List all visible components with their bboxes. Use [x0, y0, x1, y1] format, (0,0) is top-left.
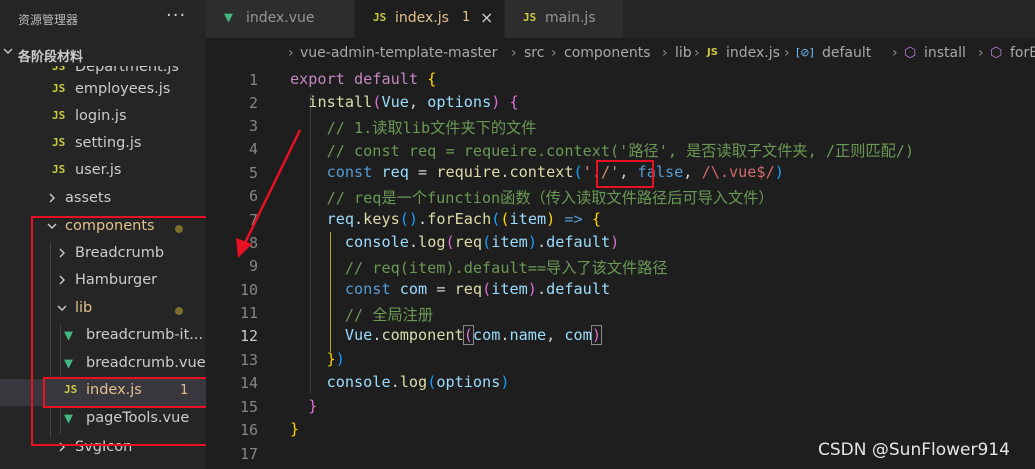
line-number: 1 — [248, 71, 258, 89]
chevron-right-icon: › — [551, 45, 557, 61]
watermark: CSDN @SunFlower914 — [818, 440, 1010, 460]
code-line-7: req.keys().forEach((item) => { — [326, 210, 602, 228]
line-number: 13 — [239, 351, 258, 369]
annotation-box-context-path — [596, 160, 654, 188]
breadcrumb-item[interactable]: lib — [675, 45, 692, 61]
breadcrumb-item[interactable]: src — [524, 45, 544, 61]
tab-label: index.js — [395, 10, 449, 26]
line-number: 16 — [239, 421, 258, 439]
js-file-icon: JS — [523, 11, 537, 24]
breadcrumb-item[interactable]: index.js — [726, 45, 780, 61]
line-number: 17 — [239, 445, 258, 463]
code-line-13: }) — [326, 350, 345, 368]
workspace-section-label: 各阶段材料 — [18, 50, 84, 65]
line-number: 5 — [248, 164, 258, 182]
explorer-header: 资源管理器 ··· — [0, 0, 206, 38]
js-file-icon: JS — [52, 163, 66, 176]
line-number: 11 — [239, 304, 258, 322]
code-comment: // const req = requeire.context('路径', 是否… — [326, 142, 915, 160]
line-number: 8 — [248, 234, 258, 252]
chevron-right-icon: › — [662, 45, 668, 61]
symbol-method-icon: ⬡ — [904, 45, 917, 61]
code-line-9: // req(item).default==导入了该文件路径 — [290, 256, 668, 278]
explorer-sidebar: 资源管理器 ··· 各阶段材料 JS Department.js 各阶段材料 J… — [0, 0, 206, 469]
tab-index-js[interactable]: JS index.js 1 × — [355, 0, 505, 38]
chevron-right-icon: › — [694, 45, 700, 61]
code-line-14: console.log(options) — [326, 373, 510, 391]
code-line-11: // 全局注册 — [290, 303, 433, 325]
tab-index-vue[interactable]: ▼ index.vue — [206, 0, 355, 38]
line-number: 2 — [248, 94, 258, 112]
code-line-4: // const req = requeire.context('路径', 是否… — [290, 139, 915, 161]
vue-file-icon: ▼ — [224, 8, 234, 26]
tree-item-assets[interactable]: assets — [0, 187, 206, 214]
code-comment: // req(item).default==导入了该文件路径 — [344, 259, 668, 277]
tab-label: main.js — [545, 10, 596, 26]
code-line-3: // 1.读取lib文件夹下的文件 — [290, 116, 537, 138]
line-number: 10 — [239, 281, 258, 299]
code-line-15: } — [308, 397, 318, 415]
annotation-box-components — [31, 216, 206, 446]
js-file-icon: JS — [52, 82, 66, 95]
problem-count-badge: 1 — [462, 10, 471, 25]
line-number: 4 — [248, 140, 258, 158]
line-number: 6 — [248, 187, 258, 205]
js-file-icon: JS — [707, 47, 718, 58]
editor-area: ▼ index.vue JS index.js 1 × JS main.js ›… — [206, 0, 1035, 469]
code-line-5: const req = require.context('./', false,… — [326, 163, 784, 181]
tree-item-login[interactable]: JS login.js — [0, 105, 206, 132]
explorer-title: 资源管理器 — [18, 13, 79, 27]
chevron-right-icon: › — [288, 45, 294, 61]
line-number: 14 — [239, 374, 258, 392]
code-line-8: console.log(req(item).default) — [344, 233, 620, 251]
breadcrumb-item[interactable]: forEach — [1010, 45, 1035, 61]
line-number: 7 — [248, 211, 258, 229]
code-editor[interactable]: 1 2 3 4 5 6 7 8 9 10 11 12 13 14 15 16 1… — [206, 68, 1035, 469]
symbol-variable-icon: [⊘] — [796, 46, 814, 59]
chevron-down-icon — [3, 48, 13, 54]
breadcrumb-item[interactable]: default — [822, 45, 871, 61]
workspace-section-cover: 各阶段材料 — [0, 40, 206, 66]
symbol-method-icon: ⬡ — [990, 45, 1003, 61]
close-icon[interactable]: × — [480, 8, 493, 27]
chevron-right-icon: › — [511, 45, 517, 61]
code-line-6: // req是一个function函数（传入读取文件路径后可导入文件） — [290, 186, 774, 208]
tab-bar: ▼ index.vue JS index.js 1 × JS main.js — [206, 0, 1035, 38]
code-comment: // req是一个function函数（传入读取文件路径后可导入文件） — [326, 189, 774, 207]
chevron-right-icon: › — [978, 45, 984, 61]
line-number-current: 12 — [239, 327, 258, 345]
code-comment: // 1.读取lib文件夹下的文件 — [326, 119, 537, 137]
tree-item-label: employees.js — [75, 81, 171, 97]
js-file-icon: JS — [52, 136, 66, 149]
chevron-right-icon: › — [892, 45, 898, 61]
code-line-12: Vue.component(com.name, com) — [344, 325, 603, 345]
breadcrumb: › vue-admin-template-master › src › comp… — [206, 40, 1035, 66]
breadcrumb-item[interactable]: install — [924, 45, 966, 61]
tree-item-label: setting.js — [75, 135, 142, 151]
js-file-icon: JS — [373, 11, 387, 24]
breadcrumb-item[interactable]: components — [564, 45, 651, 61]
tree-item-user[interactable]: JS user.js — [0, 159, 206, 186]
code-line-2: install(Vue, options) { — [308, 93, 519, 111]
line-number: 3 — [248, 117, 258, 135]
tree-item-setting[interactable]: JS setting.js — [0, 132, 206, 159]
line-number: 15 — [239, 398, 258, 416]
js-file-icon: JS — [52, 109, 66, 122]
code-comment: // 全局注册 — [344, 306, 434, 324]
annotation-box-index-js — [43, 377, 206, 408]
breadcrumb-item[interactable]: vue-admin-template-master — [300, 45, 497, 61]
ellipsis-icon[interactable]: ··· — [166, 5, 186, 26]
code-line-16: } — [290, 420, 300, 438]
code-line-1: export default { — [290, 70, 437, 88]
tree-item-label: user.js — [75, 162, 122, 178]
tree-item-label: assets — [65, 190, 112, 206]
tab-label: index.vue — [246, 10, 315, 26]
chevron-right-icon: › — [784, 45, 790, 61]
line-number: 9 — [248, 257, 258, 275]
tree-item-label: login.js — [75, 108, 127, 124]
tab-main-js[interactable]: JS main.js — [505, 0, 624, 38]
code-line-10: const com = req(item).default — [344, 280, 611, 298]
chevron-right-icon — [49, 193, 55, 203]
tree-item-employees[interactable]: JS employees.js — [0, 78, 206, 105]
